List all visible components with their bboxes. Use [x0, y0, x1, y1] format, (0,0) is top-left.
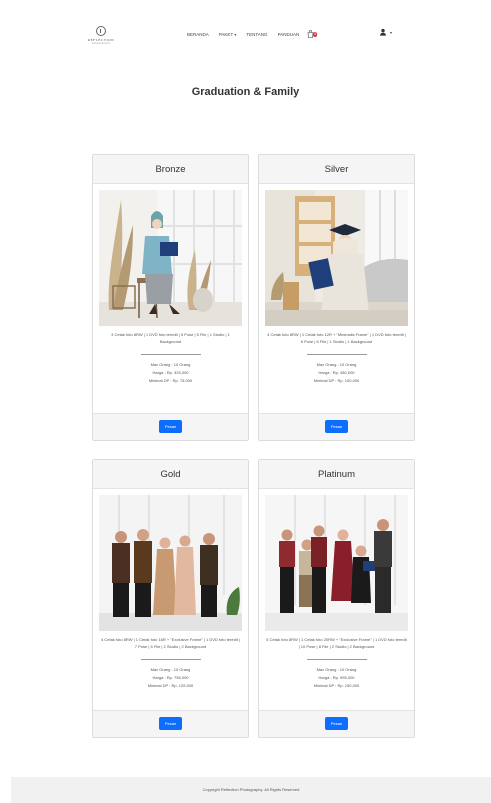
package-description: 4 Cetak foto 8RW | 1 Cetak foto 16R + "E… [101, 637, 240, 649]
cart-count-badge: 0 [313, 32, 318, 37]
chevron-down-icon: ▾ [234, 31, 237, 37]
card-footer: Pesan [93, 710, 248, 737]
package-description: 4 Cetak foto 8RW | 1 Cetak foto 12R + "M… [267, 332, 406, 344]
divider [306, 354, 367, 355]
minimal-dp-label: Minimal DP [313, 378, 335, 383]
pesan-button[interactable]: Pesan [324, 420, 349, 433]
logo-icon [96, 26, 106, 36]
pesan-button[interactable]: Pesan [158, 717, 183, 730]
max-orang-value: 10 Orang [339, 362, 357, 367]
max-orang-row: Max Orang : 10 Orang [316, 362, 357, 367]
chevron-down-icon: ▾ [390, 29, 393, 35]
harga-value: Rp. 480,000 [332, 370, 355, 375]
minimal-dp-row: Minimal DP : Rp. 75,000 [148, 378, 193, 383]
max-orang-row: Max Orang : 10 Orang [150, 667, 191, 672]
cart-button[interactable]: 0 [307, 29, 318, 39]
package-name: Platinum [259, 460, 414, 489]
max-orang-label: Max Orang [316, 362, 337, 367]
minimal-dp-value: Rp. 125,000 [171, 683, 194, 688]
harga-value: Rp. 795,000 [166, 675, 189, 680]
minimal-dp-row: Minimal DP : Rp. 150,000 [313, 683, 360, 688]
max-orang-label: Max Orang [150, 362, 171, 367]
harga-label: Harga [318, 675, 330, 680]
package-info: Max Orang : 10 Orang Harga : Rp. 795,000… [93, 666, 248, 690]
package-card-platinum: Platinum 5 Cetak foto 8RW | 1 Cetak foto… [258, 459, 415, 738]
minimal-dp-row: Minimal DP : Rp. 125,000 [147, 683, 194, 688]
site-footer: Copyright Reflection Photography. All Ri… [11, 777, 491, 803]
nav-item-paket-label: PAKET [218, 31, 234, 37]
minimal-dp-row: Minimal DP : Rp. 100,000 [313, 378, 360, 383]
max-orang-value: 10 Orang [339, 667, 357, 672]
max-orang-value: 10 Orang [173, 362, 191, 367]
minimal-dp-label: Minimal DP [313, 683, 335, 688]
package-photo [99, 190, 242, 326]
harga-value: Rp. 325,000 [166, 370, 189, 375]
card-footer: Pesan [93, 413, 248, 440]
package-name: Bronze [93, 155, 248, 184]
pesan-button[interactable]: Pesan [158, 420, 183, 433]
minimal-dp-value: Rp. 150,000 [337, 683, 360, 688]
minimal-dp-label: Minimal DP [147, 683, 169, 688]
card-footer: Pesan [259, 710, 414, 737]
package-photo [265, 495, 408, 631]
package-card-silver: Silver 4 Cetak foto 8RW | 1 Cetak foto 1… [258, 154, 415, 441]
harga-label: Harga [152, 370, 164, 375]
package-name: Gold [93, 460, 248, 489]
package-photo [265, 190, 408, 326]
max-orang-row: Max Orang : 10 Orang [316, 667, 357, 672]
package-description: 5 Cetak foto 8RW | 1 Cetak foto 20RW + "… [266, 637, 407, 649]
harga-row: Harga : Rp. 995,000 [318, 675, 355, 680]
nav-item-paket[interactable]: PAKET ▾ [219, 32, 237, 37]
main-nav: BERANDA PAKET ▾ TENTANG PANDUAN 0 [187, 29, 318, 39]
navbar: REFLECTION PHOTOGRAPHY BERANDA PAKET ▾ T… [0, 0, 491, 70]
minimal-dp-value: Rp. 75,000 [172, 378, 193, 383]
max-orang-row: Max Orang : 10 Orang [150, 362, 191, 367]
package-info: Max Orang : 10 Orang Harga : Rp. 995,000… [259, 666, 414, 690]
brand-logo[interactable]: REFLECTION PHOTOGRAPHY [86, 26, 116, 45]
nav-item-tentang[interactable]: TENTANG [246, 32, 267, 37]
package-name: Silver [259, 155, 414, 184]
harga-label: Harga [318, 370, 330, 375]
package-card-gold: Gold 4 Cetak foto 8RW | 1 Cetak foto 16R… [92, 459, 249, 738]
package-description: 3 Cetak foto 8RW | 1 DVD foto teredit | … [111, 332, 230, 344]
minimal-dp-label: Minimal DP [148, 378, 170, 383]
divider [140, 659, 201, 660]
divider [306, 659, 367, 660]
user-menu[interactable]: ▾ [379, 28, 392, 36]
harga-value: Rp. 995,000 [332, 675, 355, 680]
divider [140, 354, 201, 355]
harga-row: Harga : Rp. 795,000 [152, 675, 189, 680]
nav-item-panduan[interactable]: PANDUAN [278, 32, 300, 37]
card-footer: Pesan [259, 413, 414, 440]
page-title: Graduation & Family [191, 86, 300, 98]
package-photo [99, 495, 242, 631]
nav-item-beranda[interactable]: BERANDA [187, 32, 209, 37]
copyright-text: Copyright Reflection Photography. All Ri… [202, 787, 300, 792]
brand-tagline: PHOTOGRAPHY [91, 42, 111, 45]
max-orang-label: Max Orang [150, 667, 171, 672]
harga-label: Harga [152, 675, 164, 680]
pesan-button[interactable]: Pesan [324, 717, 349, 730]
max-orang-value: 10 Orang [173, 667, 191, 672]
minimal-dp-value: Rp. 100,000 [337, 378, 360, 383]
package-info: Max Orang : 10 Orang Harga : Rp. 325,000… [93, 361, 248, 385]
package-card-bronze: Bronze 3 Cetak foto 8RW | 1 DVD foto ter… [92, 154, 249, 441]
max-orang-label: Max Orang [316, 667, 337, 672]
package-info: Max Orang : 10 Orang Harga : Rp. 480,000… [259, 361, 414, 385]
harga-row: Harga : Rp. 325,000 [152, 370, 189, 375]
user-icon [380, 28, 386, 36]
harga-row: Harga : Rp. 480,000 [318, 370, 355, 375]
